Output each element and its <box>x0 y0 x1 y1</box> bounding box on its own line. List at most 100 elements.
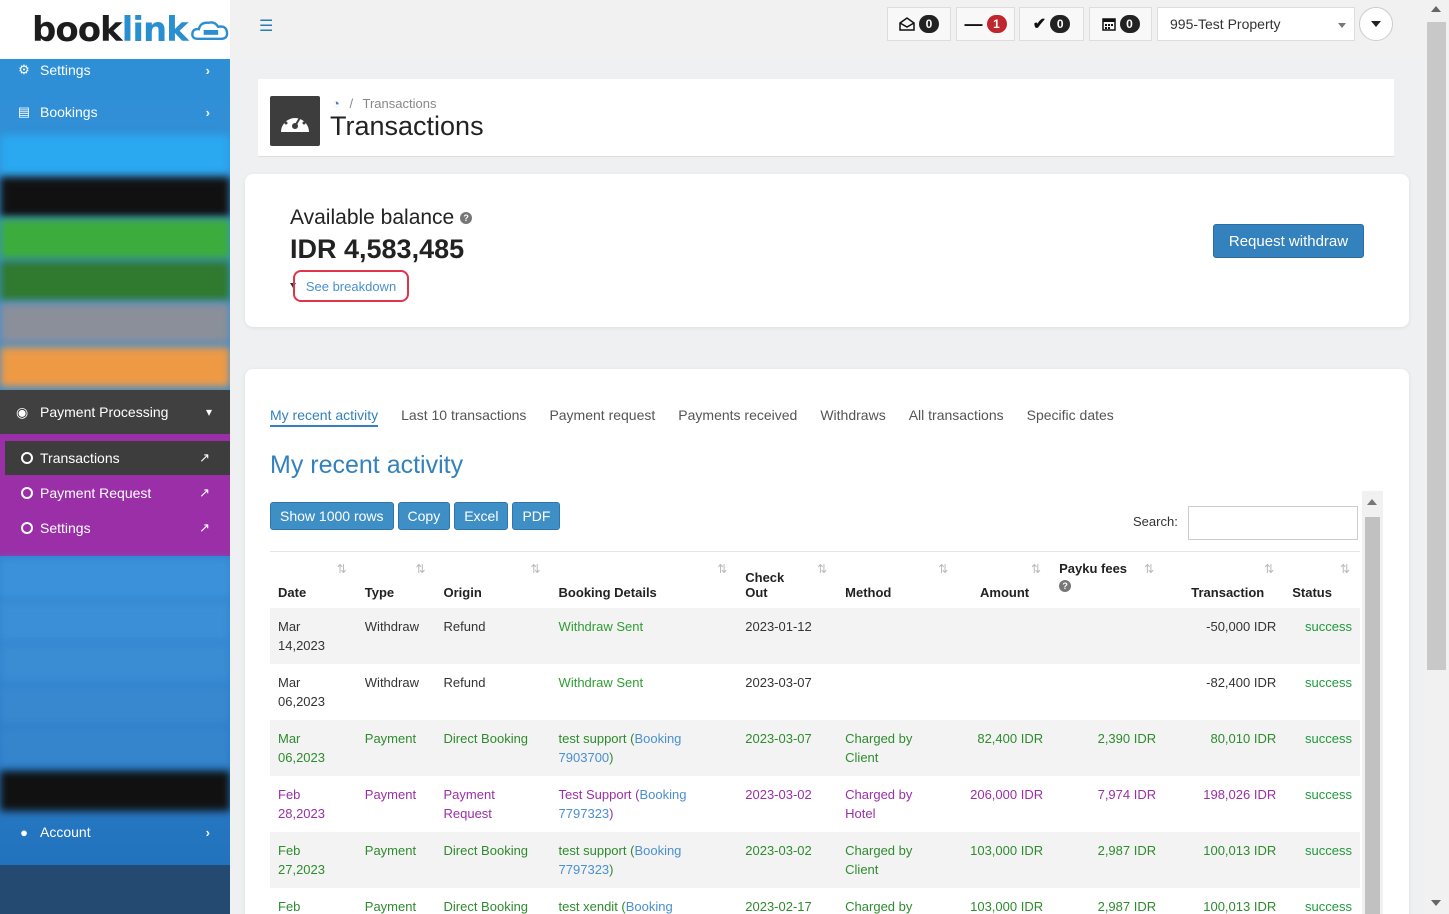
table-row[interactable]: Mar 06,2023 Payment Direct Booking test … <box>270 719 1360 776</box>
help-icon[interactable]: ? <box>1059 580 1072 592</box>
blurred-menu-item[interactable] <box>0 219 230 259</box>
tab-withdraws[interactable]: Withdraws <box>820 407 885 427</box>
column-header-payku-fees[interactable]: Payku fees? ⇅ <box>1051 551 1165 608</box>
copy-button[interactable]: Copy <box>397 502 451 530</box>
header-label: Transaction <box>1191 584 1265 600</box>
column-header-booking-details[interactable]: Booking Details ⇅ <box>550 551 738 608</box>
tab-all-transactions[interactable]: All transactions <box>909 407 1004 427</box>
column-header-origin[interactable]: Origin ⇅ <box>435 551 551 608</box>
balance-label: Available balance <box>290 206 455 229</box>
page-scrollbar[interactable] <box>1424 0 1449 914</box>
user-menu-button[interactable] <box>1359 7 1393 41</box>
blurred-menu-item[interactable] <box>0 303 230 343</box>
header-label: Type <box>364 584 395 600</box>
column-header-status[interactable]: Status ⇅ <box>1284 551 1360 608</box>
withdraw-sent-text: Withdraw Sent <box>558 674 644 690</box>
show-rows-button[interactable]: Show 1000 rows <box>270 502 394 530</box>
column-header-check-out[interactable]: Check Out ⇅ <box>737 551 838 608</box>
cell-type: Payment <box>356 775 436 832</box>
blurred-menu-item[interactable] <box>0 601 230 641</box>
table-row[interactable]: Feb 28,2023 Payment Payment Request Test… <box>270 775 1360 832</box>
sidebar-subitem-transactions[interactable]: Transactions ↗ <box>5 441 230 475</box>
sort-icon: ⇅ <box>717 562 728 576</box>
blurred-menu-item[interactable] <box>0 177 230 217</box>
hamburger-menu-icon[interactable]: ☰ <box>259 19 273 35</box>
property-select[interactable]: 995-Test Property <box>1157 7 1355 41</box>
cell-date: Mar 14,2023 <box>270 607 357 664</box>
cell-method: Charged by Client <box>837 719 959 776</box>
table-row[interactable]: Mar 06,2023 Withdraw Refund Withdraw Sen… <box>270 663 1360 720</box>
origin-text: Payment Request <box>443 786 495 821</box>
blurred-menu-item[interactable] <box>0 559 230 599</box>
confirmed-counter-button[interactable]: ✔ 0 <box>1019 7 1084 41</box>
tab-payment-request[interactable]: Payment request <box>549 407 655 427</box>
blurred-menu-item[interactable] <box>0 261 230 301</box>
blurred-menu-item[interactable] <box>0 727 230 767</box>
column-header-transaction[interactable]: Transaction ⇅ <box>1164 551 1285 608</box>
table-scrollbar-thumb[interactable] <box>1365 517 1380 914</box>
cell-booking-details: Withdraw Sent <box>550 607 738 664</box>
header-label: Check Out <box>745 569 785 600</box>
page-scrollbar-thumb[interactable] <box>1427 22 1446 670</box>
search-label: Search: <box>1133 514 1178 529</box>
cell-transaction: -82,400 IDR <box>1164 663 1285 720</box>
sidebar-item-bookings[interactable]: ▤ Bookings › <box>0 91 230 133</box>
blurred-menu-item[interactable] <box>0 643 230 683</box>
see-breakdown-link[interactable]: See breakdown <box>293 270 409 302</box>
blurred-menu-item[interactable] <box>0 685 230 725</box>
blurred-menu-item[interactable] <box>0 135 230 175</box>
sort-icon: ⇅ <box>817 562 828 576</box>
guest-name: test xendit <box>558 898 618 914</box>
tab-last-10-transactions[interactable]: Last 10 transactions <box>401 407 526 427</box>
cell-fees: 2,390 IDR <box>1051 719 1165 776</box>
date-text: Mar 06,2023 <box>278 730 325 765</box>
tab-my-recent-activity[interactable]: My recent activity <box>270 407 379 427</box>
scroll-up-arrow-icon[interactable] <box>1431 6 1441 12</box>
table-row[interactable]: Mar 14,2023 Withdraw Refund Withdraw Sen… <box>270 607 1360 664</box>
blurred-menu-item[interactable] <box>0 347 230 387</box>
method-text: Charged by Client <box>845 842 913 877</box>
cell-check-out: 2023-02-17 <box>737 887 838 914</box>
breadcrumb: ◔ / Transactions <box>332 96 437 111</box>
booklink-logo[interactable]: book link <box>0 0 230 59</box>
header-label: Date <box>278 584 307 600</box>
sidebar-subitem-payment-request[interactable]: Payment Request ↗ <box>5 476 230 510</box>
cancellations-counter-button[interactable]: — 1 <box>956 7 1015 41</box>
column-header-date[interactable]: Date ⇅ <box>270 551 357 608</box>
column-header-amount[interactable]: Amount ⇅ <box>958 551 1052 608</box>
column-header-type[interactable]: Type ⇅ <box>356 551 436 608</box>
cell-amount <box>958 663 1052 720</box>
blurred-menu-item[interactable] <box>0 771 230 811</box>
excel-button[interactable]: Excel <box>454 502 509 530</box>
page-title: Transactions <box>330 111 484 141</box>
home-gauge-icon[interactable]: ◔ <box>332 96 340 111</box>
sidebar-item-payment-processing[interactable]: ◉ Payment Processing ▾ <box>0 390 230 434</box>
sidebar-item-settings[interactable]: ⚙ Settings › <box>0 59 230 91</box>
tab-payments-received[interactable]: Payments received <box>678 407 797 427</box>
table-scrollbar[interactable] <box>1362 491 1383 914</box>
scroll-up-arrow-icon[interactable] <box>1367 499 1377 505</box>
scroll-down-arrow-icon[interactable] <box>1431 900 1441 906</box>
cell-date: Mar 06,2023 <box>270 719 357 776</box>
sidebar: ⚙ Settings › ▤ Bookings › ◉ Payment Proc… <box>0 59 230 914</box>
cell-type: Payment <box>356 887 436 914</box>
cell-booking-details: Withdraw Sent <box>550 663 738 720</box>
sidebar-subitem-settings[interactable]: Settings ↗ <box>5 511 230 545</box>
cloud-bed-icon <box>190 20 229 40</box>
calendar-counter-button[interactable]: 0 <box>1089 7 1152 41</box>
calendar-count: 0 <box>1119 15 1140 33</box>
column-header-method[interactable]: Method ⇅ <box>837 551 959 608</box>
table-row[interactable]: Feb 16,2023 Payment Direct Booking test … <box>270 887 1360 914</box>
search-input[interactable] <box>1188 506 1358 540</box>
sidebar-item-account[interactable]: ● Account › <box>0 811 230 853</box>
method-text: Charged by Client <box>845 730 913 765</box>
sidebar-footer <box>0 865 230 914</box>
help-icon[interactable]: ? <box>460 212 473 225</box>
cell-booking-details: test xendit (Booking 7644162) <box>550 887 738 914</box>
pdf-button[interactable]: PDF <box>512 502 561 530</box>
table-row[interactable]: Feb 27,2023 Payment Direct Booking test … <box>270 831 1360 888</box>
tab-specific-dates[interactable]: Specific dates <box>1027 407 1114 427</box>
messages-counter-button[interactable]: 0 <box>887 7 951 41</box>
sidebar-subitem-label: Settings <box>40 520 91 536</box>
request-withdraw-button[interactable]: Request withdraw <box>1213 224 1364 258</box>
